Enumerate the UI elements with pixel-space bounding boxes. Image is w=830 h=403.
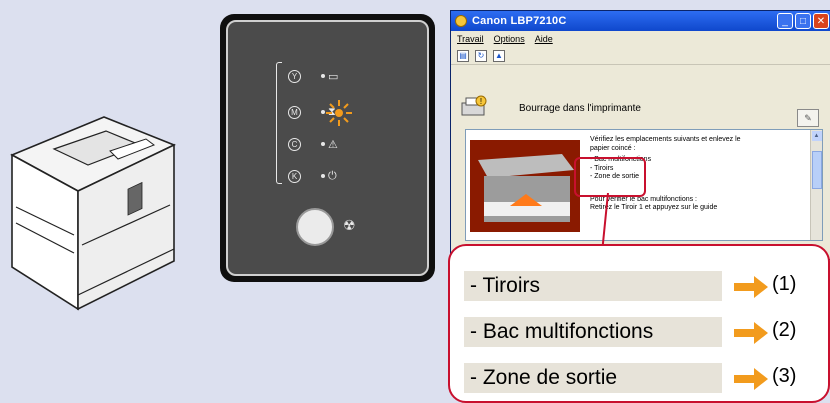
led-row-cyan: C ⚠	[288, 134, 338, 154]
printer-illustration	[10, 116, 176, 311]
black-led-icon: K	[288, 169, 301, 183]
control-panel: Y ▭ M ⧗ C ⚠ K ⏻ ☢	[220, 14, 435, 282]
paper-icon: ▭	[328, 69, 339, 83]
scroll-up-icon[interactable]: ▲	[811, 131, 822, 141]
alarm-icon: ⚠	[328, 137, 338, 151]
menu-aide[interactable]: Aide	[535, 34, 553, 44]
callout-number: (2)	[772, 319, 797, 341]
callout-label: - Bac multifonctions	[464, 317, 722, 347]
alarm-led-dot	[321, 142, 325, 146]
stop-reset-icon: ☢	[343, 218, 356, 234]
led-bracket	[276, 62, 282, 184]
callout-number: (3)	[772, 365, 797, 387]
printer-warning-icon: !	[461, 95, 487, 116]
led-row-ready: Y ▭	[288, 66, 338, 86]
arrow-right-icon	[734, 276, 768, 298]
settings-icon[interactable]: ▲	[493, 49, 505, 62]
app-icon	[455, 15, 467, 27]
menu-options[interactable]: Options	[494, 34, 525, 44]
menu-travail[interactable]: Travail	[457, 34, 484, 44]
maximize-icon[interactable]: □	[795, 13, 811, 29]
stop-reset-button[interactable]	[296, 208, 334, 246]
callout-row-2: - Bac multifonctions	[464, 316, 722, 348]
control-panel-face: Y ▭ M ⧗ C ⚠ K ⏻ ☢	[226, 20, 429, 276]
power-icon: ⏻	[328, 169, 337, 182]
callout-panel: - Tiroirs (1) - Bac multifonctions (2) -…	[448, 244, 830, 403]
status-area: ! Bourrage dans l'imprimante ✎	[451, 67, 830, 129]
detail-line: Retirez le Tiroir 1 et appuyez sur le gu…	[590, 204, 718, 211]
callout-row-1: - Tiroirs	[464, 270, 722, 302]
callout-number: (1)	[772, 273, 797, 295]
refresh-icon[interactable]: ↻	[475, 49, 487, 62]
edit-icon[interactable]: ✎	[797, 109, 819, 127]
detail-line: Vérifiez les emplacements suivants et en…	[590, 136, 741, 143]
scrollbar[interactable]: ▲	[810, 130, 822, 240]
status-window: Canon LBP7210C _ □ ✕ Travail Options Aid…	[450, 10, 830, 260]
printer-jam-image	[470, 140, 580, 232]
title-bar[interactable]: Canon LBP7210C _ □ ✕	[451, 11, 830, 31]
svg-text:!: !	[480, 97, 482, 106]
callout-row-3: - Zone de sortie	[464, 362, 722, 394]
menu-bar: Travail Options Aide	[451, 31, 830, 47]
scroll-thumb[interactable]	[811, 151, 822, 189]
power-led-dot	[321, 174, 325, 178]
status-message: Bourrage dans l'imprimante	[519, 103, 641, 114]
close-icon[interactable]: ✕	[813, 13, 829, 29]
arrow-right-icon	[734, 322, 768, 344]
detail-line: papier coincé :	[590, 144, 636, 152]
paper-led-dot	[321, 74, 325, 78]
magenta-led-icon: M	[288, 105, 301, 119]
cyan-led-icon: C	[288, 137, 301, 151]
callout-label: - Zone de sortie	[464, 363, 722, 393]
highlight-box	[574, 157, 646, 197]
document-icon[interactable]: ▤	[457, 49, 469, 62]
window-title: Canon LBP7210C	[472, 15, 567, 27]
callout-label: - Tiroirs	[464, 271, 722, 301]
led-row-black: K ⏻	[288, 166, 337, 186]
minimize-icon[interactable]: _	[777, 13, 793, 29]
arrow-right-icon	[734, 368, 768, 390]
toolbar: ▤ ↻ ▲	[451, 47, 830, 65]
ready-led-icon: Y	[288, 69, 301, 83]
blinking-led-icon	[326, 100, 352, 126]
